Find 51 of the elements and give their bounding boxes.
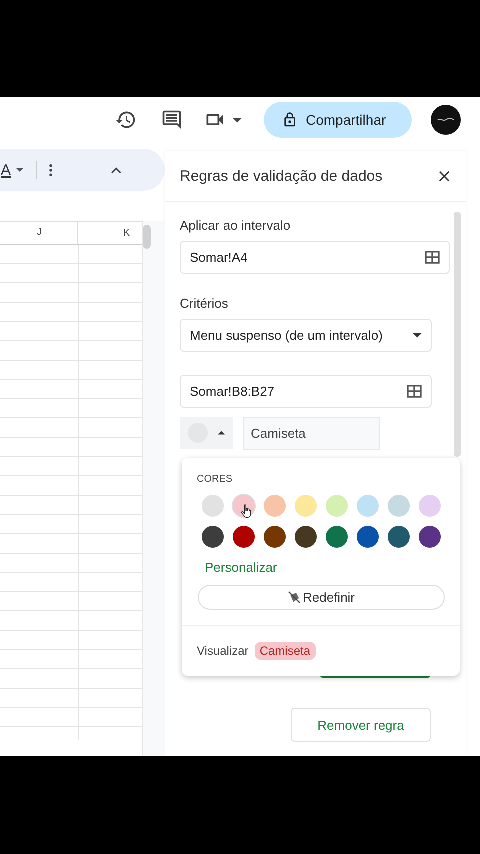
color-swatch[interactable] xyxy=(295,495,317,517)
color-swatch[interactable] xyxy=(388,526,410,548)
column-header[interactable]: K xyxy=(78,228,142,238)
caret-icon xyxy=(218,431,225,435)
color-swatch[interactable] xyxy=(419,526,441,548)
color-swatch[interactable] xyxy=(357,495,379,517)
source-range-field[interactable]: Somar!B8:B27 xyxy=(180,375,432,408)
no-paint-icon xyxy=(288,591,301,604)
lock-icon xyxy=(282,112,298,128)
comment-icon[interactable] xyxy=(161,109,183,131)
preview-chip: Camiseta xyxy=(254,642,316,660)
column-header[interactable]: J xyxy=(0,222,78,244)
field-label: Critérios xyxy=(180,296,230,311)
caret-icon xyxy=(413,333,422,338)
reset-button[interactable]: Redefinir xyxy=(198,585,445,610)
remove-rule-button[interactable]: Remover regra xyxy=(291,708,431,742)
cell-grid[interactable] xyxy=(0,245,142,740)
option-field[interactable]: Camiseta xyxy=(243,417,380,450)
range-field[interactable]: Somar!A4 xyxy=(180,241,450,274)
color-swatch[interactable] xyxy=(357,526,379,548)
chevron-up-icon[interactable] xyxy=(111,166,122,174)
grid-icon[interactable] xyxy=(407,385,422,398)
scrollbar[interactable] xyxy=(454,212,461,457)
color-swatch[interactable] xyxy=(264,495,286,517)
panel-title: Regras de validação de dados xyxy=(180,168,383,184)
preview-label: Visualizar xyxy=(197,644,249,658)
caret-icon[interactable] xyxy=(16,168,24,172)
history-icon[interactable] xyxy=(115,109,137,131)
color-picker-button[interactable] xyxy=(180,417,233,449)
color-swatch[interactable] xyxy=(295,526,317,548)
text-color-icon[interactable]: A xyxy=(1,162,12,178)
color-swatch[interactable] xyxy=(419,495,441,517)
field-label: Aplicar ao intervalo xyxy=(180,218,292,233)
grid-icon[interactable] xyxy=(425,251,440,264)
color-swatch[interactable] xyxy=(326,495,348,517)
color-swatch[interactable] xyxy=(202,495,224,517)
hand-cursor-icon xyxy=(241,504,252,519)
color-swatch[interactable] xyxy=(202,526,224,548)
more-icon[interactable] xyxy=(49,164,54,176)
close-icon[interactable] xyxy=(439,170,450,182)
scrollbar[interactable] xyxy=(143,221,165,756)
color-swatch[interactable] xyxy=(326,526,348,548)
criteria-dropdown[interactable]: Menu suspenso (de um intervalo) xyxy=(180,319,432,352)
color-swatch[interactable] xyxy=(388,495,410,517)
color-swatch[interactable] xyxy=(233,526,255,548)
caret-icon[interactable] xyxy=(233,118,242,122)
customize-link[interactable]: Personalizar xyxy=(205,560,460,575)
color-swatch[interactable] xyxy=(264,526,286,548)
share-button[interactable]: Compartilhar xyxy=(264,102,412,138)
avatar-icon[interactable] xyxy=(431,105,461,135)
section-heading: CORES xyxy=(197,474,234,485)
